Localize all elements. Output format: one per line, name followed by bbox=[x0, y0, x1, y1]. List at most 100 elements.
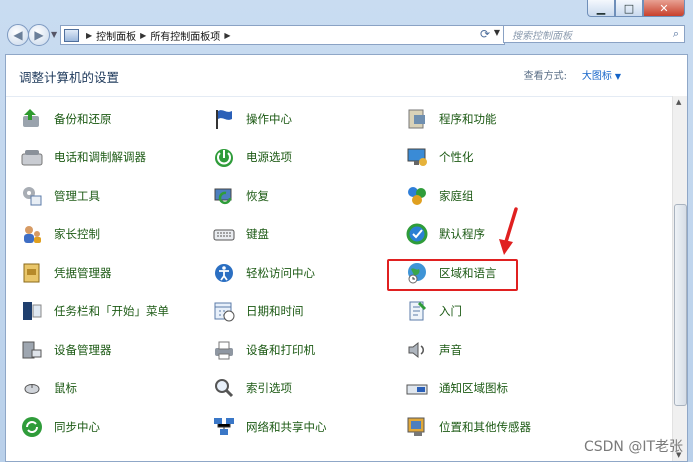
breadcrumb-separator-icon[interactable]: ▶ bbox=[224, 31, 230, 40]
control-panel-item[interactable]: 管理工具 bbox=[20, 184, 100, 208]
date-time-icon bbox=[212, 299, 236, 323]
control-panel-item[interactable]: 任务栏和「开始」菜单 bbox=[20, 299, 169, 323]
network-icon bbox=[212, 415, 236, 439]
search-placeholder: 搜索控制面板 bbox=[512, 30, 572, 42]
control-panel-item-label: 家庭组 bbox=[439, 189, 474, 203]
control-panel-item[interactable]: 网络和共享中心 bbox=[212, 415, 327, 439]
refresh-icon[interactable]: ⟳ bbox=[475, 25, 495, 43]
control-panel-item[interactable]: 凭据管理器 bbox=[20, 261, 112, 285]
view-by-label: 查看方式: bbox=[523, 71, 567, 82]
control-panel-item-label: 电话和调制解调器 bbox=[54, 150, 146, 164]
location-sensor-icon bbox=[405, 415, 429, 439]
breadcrumb-separator-icon[interactable]: ▶ bbox=[140, 31, 146, 40]
control-panel-item[interactable]: 设备和打印机 bbox=[212, 338, 315, 362]
phone-icon bbox=[20, 145, 44, 169]
control-panel-item[interactable]: 个性化 bbox=[405, 145, 474, 169]
control-panel-item-label: 键盘 bbox=[246, 227, 269, 241]
action-center-flag-icon bbox=[212, 107, 236, 131]
printer-icon bbox=[212, 338, 236, 362]
personalization-icon bbox=[405, 145, 429, 169]
recovery-icon bbox=[212, 184, 236, 208]
breadcrumb-separator-icon[interactable]: ▶ bbox=[86, 31, 92, 40]
control-panel-item[interactable]: 默认程序 bbox=[405, 222, 485, 246]
highlight-box bbox=[387, 259, 518, 291]
close-button[interactable]: ✕ bbox=[643, 0, 685, 17]
control-panel-content: 调整计算机的设置 查看方式: 大图标 ▼ ▲ ▼ 备份和还原 操作中心 程序和功能电话… bbox=[5, 54, 688, 462]
control-panel-item[interactable]: 入门 bbox=[405, 299, 462, 323]
control-panel-item-label: 入门 bbox=[439, 304, 462, 318]
control-panel-item-label: 家长控制 bbox=[54, 227, 100, 241]
breadcrumb-control-panel[interactable]: 控制面板 bbox=[96, 28, 136, 43]
recent-pages-chevron-icon[interactable]: ▼ bbox=[51, 30, 57, 39]
admin-tools-icon bbox=[20, 184, 44, 208]
chevron-down-icon: ▼ bbox=[614, 72, 621, 81]
sync-icon bbox=[20, 415, 44, 439]
indexing-icon bbox=[212, 376, 236, 400]
control-panel-item-label: 电源选项 bbox=[246, 150, 292, 164]
view-by-dropdown[interactable]: 大图标 ▼ bbox=[582, 67, 621, 82]
ease-of-access-icon bbox=[212, 261, 236, 285]
content-header: 调整计算机的设置 查看方式: 大图标 ▼ bbox=[6, 55, 687, 97]
notification-icon bbox=[405, 376, 429, 400]
control-panel-item-label: 鼠标 bbox=[54, 381, 77, 395]
search-input[interactable]: 搜索控制面板 ⌕ bbox=[503, 25, 685, 43]
control-panel-item[interactable]: 电源选项 bbox=[212, 145, 292, 169]
getting-started-icon bbox=[405, 299, 429, 323]
control-panel-item[interactable]: 轻松访问中心 bbox=[212, 261, 315, 285]
window-controls: ▁ □ ✕ bbox=[587, 0, 685, 18]
control-panel-item[interactable]: 程序和功能 bbox=[405, 107, 497, 131]
control-panel-item[interactable]: 家长控制 bbox=[20, 222, 100, 246]
control-panel-item-label: 操作中心 bbox=[246, 112, 292, 126]
control-panel-item-label: 程序和功能 bbox=[439, 112, 497, 126]
red-arrow-annotation bbox=[499, 207, 518, 255]
taskbar-icon bbox=[20, 299, 44, 323]
control-panel-item-label: 凭据管理器 bbox=[54, 266, 112, 280]
programs-icon bbox=[405, 107, 429, 131]
control-panel-item-label: 轻松访问中心 bbox=[246, 266, 315, 280]
navigation-bar: ◀ ▶ ▼ ▶ 控制面板 ▶ 所有控制面板项 ▶ ▼ ⟳ 搜索控制面板 ⌕ bbox=[7, 24, 687, 46]
control-panel-item[interactable]: 位置和其他传感器 bbox=[405, 415, 531, 439]
control-panel-item-label: 管理工具 bbox=[54, 189, 100, 203]
credential-manager-icon bbox=[20, 261, 44, 285]
scroll-up-icon[interactable]: ▲ bbox=[676, 98, 681, 106]
backup-icon bbox=[20, 107, 44, 131]
power-icon bbox=[212, 145, 236, 169]
control-panel-icon bbox=[64, 28, 79, 42]
control-panel-item[interactable]: 操作中心 bbox=[212, 107, 292, 131]
control-panel-item-label: 备份和还原 bbox=[54, 112, 112, 126]
control-panel-item-label: 同步中心 bbox=[54, 420, 100, 434]
address-bar[interactable]: ▶ 控制面板 ▶ 所有控制面板项 ▶ ▼ bbox=[60, 25, 505, 45]
control-panel-item-label: 默认程序 bbox=[439, 227, 485, 241]
minimize-button[interactable]: ▁ bbox=[587, 0, 615, 17]
control-panel-item-label: 日期和时间 bbox=[246, 304, 304, 318]
scrollbar-thumb[interactable] bbox=[674, 204, 687, 406]
control-panel-item[interactable]: 同步中心 bbox=[20, 415, 100, 439]
breadcrumb-all-items[interactable]: 所有控制面板项 bbox=[150, 28, 220, 43]
control-panel-item[interactable]: 鼠标 bbox=[20, 376, 77, 400]
watermark: CSDN @IT老张 bbox=[583, 439, 683, 455]
control-panel-item[interactable]: 索引选项 bbox=[212, 376, 292, 400]
control-panel-item[interactable]: 恢复 bbox=[212, 184, 269, 208]
page-title: 调整计算机的设置 bbox=[19, 70, 120, 85]
mouse-icon bbox=[20, 376, 44, 400]
control-panel-item[interactable]: 键盘 bbox=[212, 222, 269, 246]
search-icon[interactable]: ⌕ bbox=[673, 27, 679, 41]
vertical-scrollbar[interactable]: ▲ ▼ bbox=[672, 96, 687, 461]
control-panel-item[interactable]: 电话和调制解调器 bbox=[20, 145, 146, 169]
control-panel-item-label: 设备管理器 bbox=[54, 343, 112, 357]
control-panel-item-label: 任务栏和「开始」菜单 bbox=[54, 304, 169, 318]
back-button[interactable]: ◀ bbox=[7, 24, 29, 46]
control-panel-item[interactable]: 通知区域图标 bbox=[405, 376, 508, 400]
parental-controls-icon bbox=[20, 222, 44, 246]
control-panel-item[interactable]: 日期和时间 bbox=[212, 299, 304, 323]
homegroup-icon bbox=[405, 184, 429, 208]
forward-button[interactable]: ▶ bbox=[28, 24, 50, 46]
maximize-button[interactable]: □ bbox=[615, 0, 643, 17]
control-panel-item-label: 声音 bbox=[439, 343, 462, 357]
control-panel-item[interactable]: 声音 bbox=[405, 338, 462, 362]
control-panel-item[interactable]: 家庭组 bbox=[405, 184, 474, 208]
control-panel-item[interactable]: 备份和还原 bbox=[20, 107, 112, 131]
control-panel-item[interactable]: 设备管理器 bbox=[20, 338, 112, 362]
control-panel-item-label: 位置和其他传感器 bbox=[439, 420, 531, 434]
control-panel-item-label: 通知区域图标 bbox=[439, 381, 508, 395]
